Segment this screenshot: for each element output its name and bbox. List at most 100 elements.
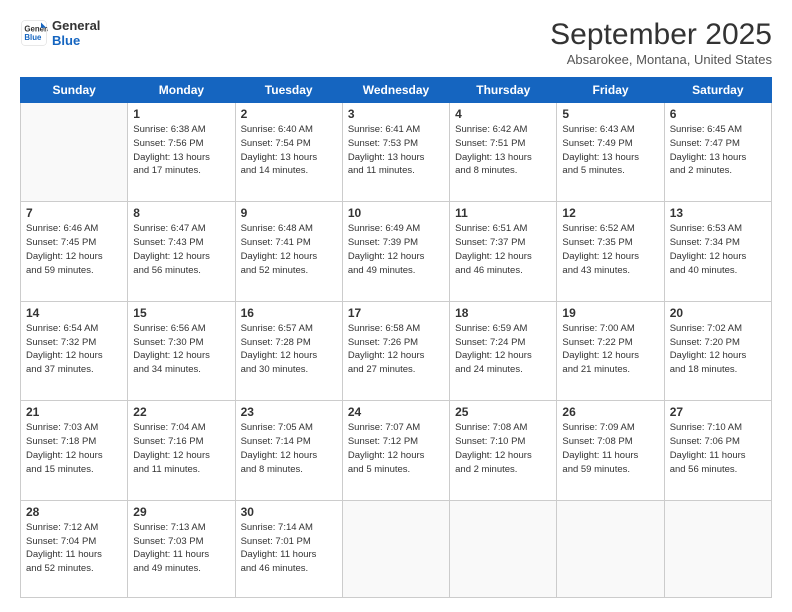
calendar-cell: 20 Sunrise: 7:02 AMSunset: 7:20 PMDayligh… bbox=[664, 301, 771, 400]
weekday-header: Wednesday bbox=[342, 78, 449, 103]
day-info: Sunrise: 6:57 AMSunset: 7:28 PMDaylight:… bbox=[241, 322, 337, 377]
day-number: 20 bbox=[670, 306, 766, 320]
day-number: 17 bbox=[348, 306, 444, 320]
calendar-cell: 17 Sunrise: 6:58 AMSunset: 7:26 PMDayligh… bbox=[342, 301, 449, 400]
calendar-week-row: 21Sunrise: 7:03 AMSunset: 7:18 PMDayligh… bbox=[21, 401, 772, 500]
day-number: 23 bbox=[241, 405, 337, 419]
day-info: Sunrise: 7:04 AMSunset: 7:16 PMDaylight:… bbox=[133, 421, 229, 476]
weekday-header: Sunday bbox=[21, 78, 128, 103]
calendar-cell: 8Sunrise: 6:47 AMSunset: 7:43 PMDaylight… bbox=[128, 202, 235, 301]
svg-text:Blue: Blue bbox=[24, 33, 42, 42]
day-info: Sunrise: 7:02 AMSunset: 7:20 PMDaylight:… bbox=[670, 322, 766, 377]
day-number: 25 bbox=[455, 405, 551, 419]
calendar-week-row: 1 Sunrise: 6:38 AMSunset: 7:56 PMDaylight… bbox=[21, 103, 772, 202]
calendar-cell: 21Sunrise: 7:03 AMSunset: 7:18 PMDayligh… bbox=[21, 401, 128, 500]
day-number: 10 bbox=[348, 206, 444, 220]
calendar-cell: 12 Sunrise: 6:52 AMSunset: 7:35 PMDayligh… bbox=[557, 202, 664, 301]
day-info: Sunrise: 6:46 AMSunset: 7:45 PMDaylight:… bbox=[26, 222, 122, 277]
calendar-cell: 19Sunrise: 7:00 AMSunset: 7:22 PMDayligh… bbox=[557, 301, 664, 400]
weekday-header: Monday bbox=[128, 78, 235, 103]
day-info: Sunrise: 6:56 AMSunset: 7:30 PMDaylight:… bbox=[133, 322, 229, 377]
calendar-cell bbox=[450, 500, 557, 597]
day-number: 29 bbox=[133, 505, 229, 519]
page: General Blue General Blue September 2025… bbox=[0, 0, 792, 612]
weekday-header: Friday bbox=[557, 78, 664, 103]
day-number: 27 bbox=[670, 405, 766, 419]
calendar-week-row: 7 Sunrise: 6:46 AMSunset: 7:45 PMDaylight… bbox=[21, 202, 772, 301]
day-number: 2 bbox=[241, 107, 337, 121]
day-info: Sunrise: 6:40 AMSunset: 7:54 PMDaylight:… bbox=[241, 123, 337, 178]
day-info: Sunrise: 7:14 AMSunset: 7:01 PMDaylight:… bbox=[241, 521, 337, 576]
day-info: Sunrise: 6:52 AMSunset: 7:35 PMDaylight:… bbox=[562, 222, 658, 277]
day-info: Sunrise: 6:38 AMSunset: 7:56 PMDaylight:… bbox=[133, 123, 229, 178]
day-info: Sunrise: 6:51 AMSunset: 7:37 PMDaylight:… bbox=[455, 222, 551, 277]
day-info: Sunrise: 6:58 AMSunset: 7:26 PMDaylight:… bbox=[348, 322, 444, 377]
calendar-cell: 27Sunrise: 7:10 AMSunset: 7:06 PMDayligh… bbox=[664, 401, 771, 500]
calendar-cell: 16 Sunrise: 6:57 AMSunset: 7:28 PMDayligh… bbox=[235, 301, 342, 400]
day-info: Sunrise: 7:05 AMSunset: 7:14 PMDaylight:… bbox=[241, 421, 337, 476]
day-info: Sunrise: 6:45 AMSunset: 7:47 PMDaylight:… bbox=[670, 123, 766, 178]
calendar-cell: 3 Sunrise: 6:41 AMSunset: 7:53 PMDaylight… bbox=[342, 103, 449, 202]
calendar-cell: 2 Sunrise: 6:40 AMSunset: 7:54 PMDaylight… bbox=[235, 103, 342, 202]
day-number: 13 bbox=[670, 206, 766, 220]
day-number: 22 bbox=[133, 405, 229, 419]
calendar-cell bbox=[664, 500, 771, 597]
logo-text: General Blue bbox=[52, 18, 100, 48]
day-info: Sunrise: 6:49 AMSunset: 7:39 PMDaylight:… bbox=[348, 222, 444, 277]
calendar-table: SundayMondayTuesdayWednesdayThursdayFrid… bbox=[20, 77, 772, 598]
day-number: 18 bbox=[455, 306, 551, 320]
location: Absarokee, Montana, United States bbox=[550, 52, 772, 67]
calendar-cell bbox=[342, 500, 449, 597]
month-title: September 2025 bbox=[550, 18, 772, 52]
day-number: 3 bbox=[348, 107, 444, 121]
calendar-cell: 28 Sunrise: 7:12 AMSunset: 7:04 PMDayligh… bbox=[21, 500, 128, 597]
day-number: 5 bbox=[562, 107, 658, 121]
day-number: 6 bbox=[670, 107, 766, 121]
day-number: 11 bbox=[455, 206, 551, 220]
day-info: Sunrise: 6:42 AMSunset: 7:51 PMDaylight:… bbox=[455, 123, 551, 178]
day-info: Sunrise: 6:47 AMSunset: 7:43 PMDaylight:… bbox=[133, 222, 229, 277]
day-number: 9 bbox=[241, 206, 337, 220]
title-block: September 2025 Absarokee, Montana, Unite… bbox=[550, 18, 772, 67]
day-info: Sunrise: 7:13 AMSunset: 7:03 PMDaylight:… bbox=[133, 521, 229, 576]
weekday-header: Tuesday bbox=[235, 78, 342, 103]
day-number: 30 bbox=[241, 505, 337, 519]
day-info: Sunrise: 6:48 AMSunset: 7:41 PMDaylight:… bbox=[241, 222, 337, 277]
day-info: Sunrise: 7:03 AMSunset: 7:18 PMDaylight:… bbox=[26, 421, 122, 476]
day-number: 28 bbox=[26, 505, 122, 519]
calendar-cell: 4Sunrise: 6:42 AMSunset: 7:51 PMDaylight… bbox=[450, 103, 557, 202]
calendar-cell bbox=[21, 103, 128, 202]
day-info: Sunrise: 6:54 AMSunset: 7:32 PMDaylight:… bbox=[26, 322, 122, 377]
calendar-cell: 7 Sunrise: 6:46 AMSunset: 7:45 PMDaylight… bbox=[21, 202, 128, 301]
calendar-cell: 10 Sunrise: 6:49 AMSunset: 7:39 PMDayligh… bbox=[342, 202, 449, 301]
day-number: 1 bbox=[133, 107, 229, 121]
day-number: 14 bbox=[26, 306, 122, 320]
calendar-cell: 26 Sunrise: 7:09 AMSunset: 7:08 PMDayligh… bbox=[557, 401, 664, 500]
calendar-week-row: 28 Sunrise: 7:12 AMSunset: 7:04 PMDayligh… bbox=[21, 500, 772, 597]
svg-text:General: General bbox=[24, 24, 48, 33]
calendar-cell: 11 Sunrise: 6:51 AMSunset: 7:37 PMDayligh… bbox=[450, 202, 557, 301]
day-number: 26 bbox=[562, 405, 658, 419]
calendar-cell: 1 Sunrise: 6:38 AMSunset: 7:56 PMDaylight… bbox=[128, 103, 235, 202]
day-info: Sunrise: 6:41 AMSunset: 7:53 PMDaylight:… bbox=[348, 123, 444, 178]
calendar-cell: 18Sunrise: 6:59 AMSunset: 7:24 PMDayligh… bbox=[450, 301, 557, 400]
day-info: Sunrise: 7:12 AMSunset: 7:04 PMDaylight:… bbox=[26, 521, 122, 576]
logo: General Blue General Blue bbox=[20, 18, 100, 48]
day-number: 7 bbox=[26, 206, 122, 220]
header: General Blue General Blue September 2025… bbox=[20, 18, 772, 67]
calendar-cell: 23 Sunrise: 7:05 AMSunset: 7:14 PMDayligh… bbox=[235, 401, 342, 500]
weekday-header: Thursday bbox=[450, 78, 557, 103]
calendar-cell: 25 Sunrise: 7:08 AMSunset: 7:10 PMDayligh… bbox=[450, 401, 557, 500]
calendar-cell: 9 Sunrise: 6:48 AMSunset: 7:41 PMDaylight… bbox=[235, 202, 342, 301]
day-number: 16 bbox=[241, 306, 337, 320]
day-info: Sunrise: 7:08 AMSunset: 7:10 PMDaylight:… bbox=[455, 421, 551, 476]
day-info: Sunrise: 7:00 AMSunset: 7:22 PMDaylight:… bbox=[562, 322, 658, 377]
day-info: Sunrise: 7:09 AMSunset: 7:08 PMDaylight:… bbox=[562, 421, 658, 476]
calendar-cell bbox=[557, 500, 664, 597]
calendar-cell: 5Sunrise: 6:43 AMSunset: 7:49 PMDaylight… bbox=[557, 103, 664, 202]
calendar-cell: 6 Sunrise: 6:45 AMSunset: 7:47 PMDaylight… bbox=[664, 103, 771, 202]
calendar-cell: 15Sunrise: 6:56 AMSunset: 7:30 PMDayligh… bbox=[128, 301, 235, 400]
day-number: 12 bbox=[562, 206, 658, 220]
day-info: Sunrise: 7:07 AMSunset: 7:12 PMDaylight:… bbox=[348, 421, 444, 476]
calendar-cell: 14 Sunrise: 6:54 AMSunset: 7:32 PMDayligh… bbox=[21, 301, 128, 400]
